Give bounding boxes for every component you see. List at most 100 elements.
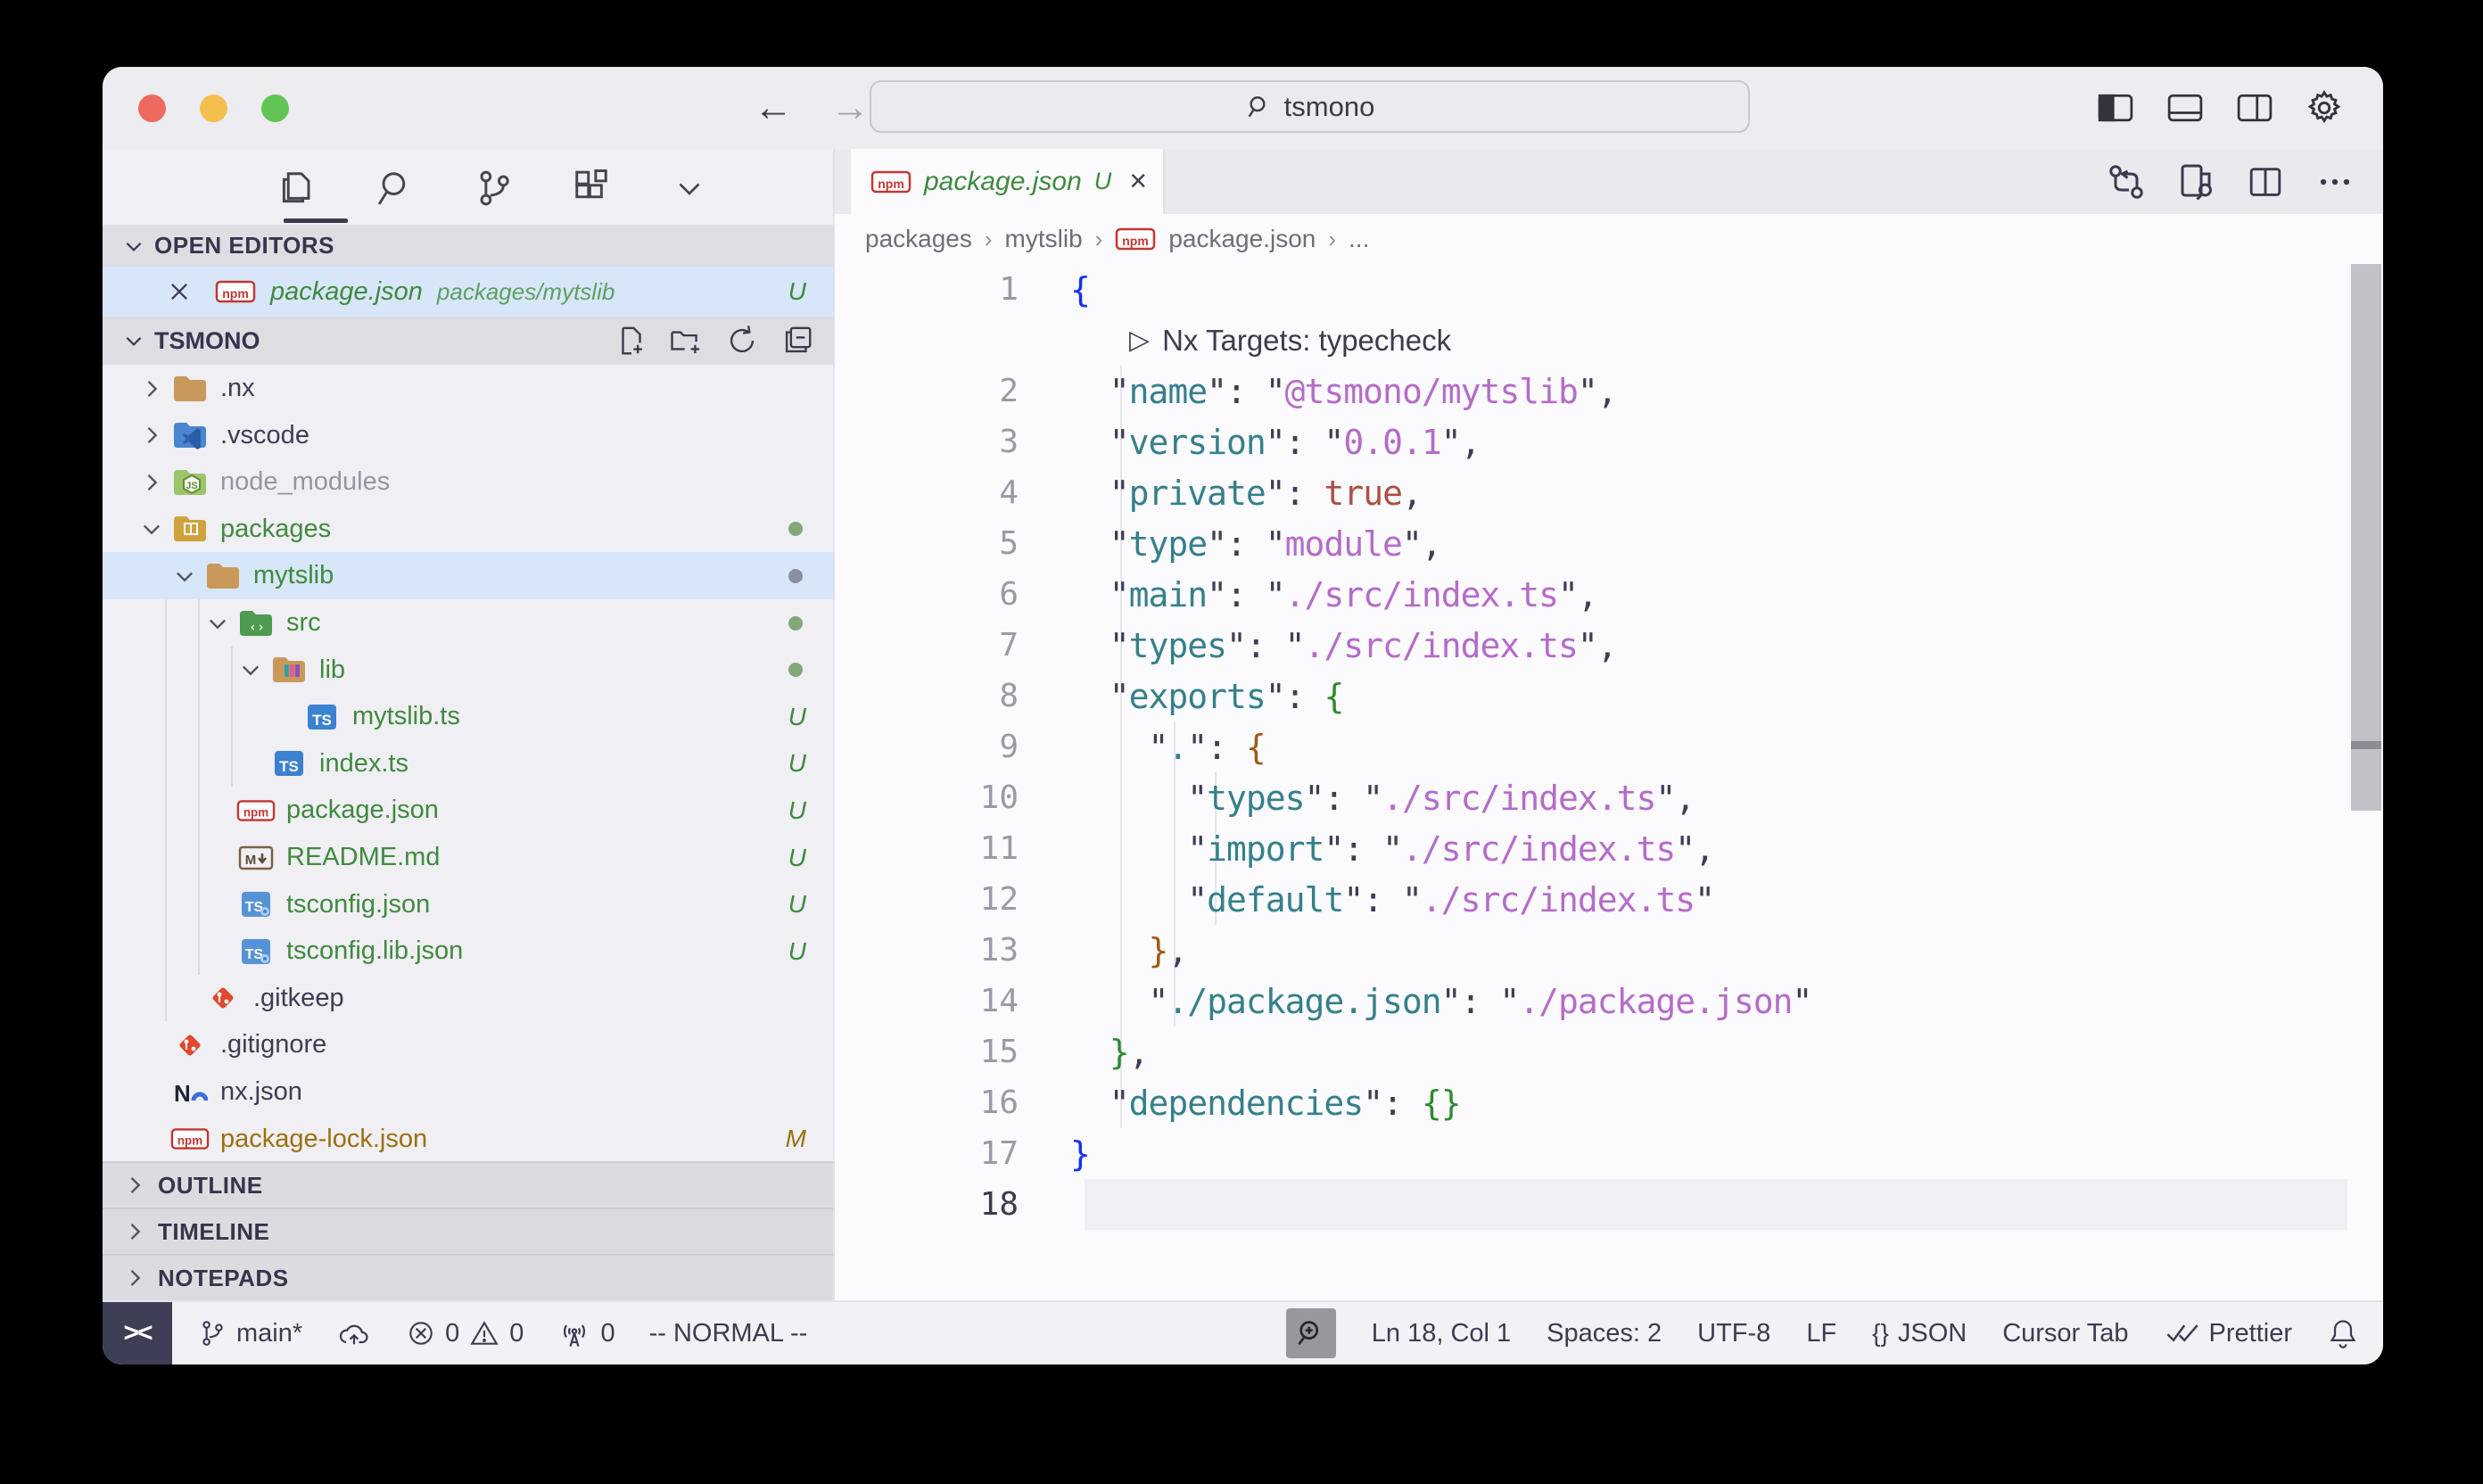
- search-icon[interactable]: [368, 161, 422, 215]
- gear-icon[interactable]: [2303, 87, 2346, 129]
- close-icon[interactable]: [167, 279, 192, 304]
- tree-item-mytslib-ts[interactable]: TSmytslib.tsU: [103, 693, 833, 740]
- code-line-18[interactable]: 18: [835, 1179, 2383, 1230]
- code-line-12[interactable]: 12 "default": "./src/index.ts": [835, 874, 2383, 925]
- explorer-icon[interactable]: [270, 161, 324, 215]
- more-actions-icon[interactable]: [2314, 161, 2356, 203]
- broadcast-icon: [557, 1317, 591, 1349]
- code-line-14[interactable]: 14 "./package.json": "./package.json": [835, 976, 2383, 1026]
- code-editor[interactable]: 1{▷Nx Targets: typecheck2 "name": "@tsmo…: [835, 264, 2383, 1300]
- code-line-10[interactable]: 10 "types": "./src/index.ts",: [835, 772, 2383, 823]
- breadcrumb-item[interactable]: ...: [1349, 225, 1369, 253]
- tree-item--gitignore[interactable]: .gitignore: [103, 1021, 833, 1068]
- forward-arrow-icon[interactable]: →: [830, 87, 870, 129]
- tree-item-readme-md[interactable]: MREADME.mdU: [103, 834, 833, 881]
- open-preview-icon[interactable]: [2174, 161, 2217, 203]
- warning-icon: [468, 1318, 500, 1348]
- code-line-17[interactable]: 17}: [835, 1128, 2383, 1179]
- section-header-timeline[interactable]: TIMELINE: [103, 1208, 833, 1254]
- codelens-row[interactable]: ▷Nx Targets: typecheck: [835, 315, 2383, 366]
- compare-changes-icon[interactable]: [2105, 161, 2148, 203]
- tree-item-package-lock-json[interactable]: npmpackage-lock.jsonM: [103, 1116, 833, 1161]
- status-item-main-[interactable]: main*: [197, 1318, 302, 1348]
- status-item-prettier[interactable]: Prettier: [2165, 1319, 2292, 1348]
- tree-item-packages[interactable]: packages: [103, 506, 833, 553]
- layout-panel-icon[interactable]: [2164, 87, 2207, 129]
- code-line-7[interactable]: 7 "types": "./src/index.ts",: [835, 620, 2383, 671]
- vscode-window: ← → tsmono OPEN EDITORS npm package.json: [103, 67, 2383, 1364]
- explorer-section-header[interactable]: TSMONO: [103, 317, 833, 365]
- open-editor-item[interactable]: npm package.json packages/mytslib U: [103, 267, 833, 317]
- breadcrumb-item[interactable]: packages: [865, 225, 972, 253]
- status-item-spaces-2[interactable]: Spaces: 2: [1547, 1319, 1662, 1348]
- code-line-2[interactable]: 2 "name": "@tsmono/mytslib",: [835, 366, 2383, 416]
- tree-item--vscode[interactable]: .vscode: [103, 412, 833, 459]
- source-control-icon[interactable]: [466, 161, 520, 215]
- refresh-icon[interactable]: [724, 323, 760, 359]
- code-line-4[interactable]: 4 "private": true,: [835, 467, 2383, 518]
- tree-item-lib[interactable]: lib: [103, 647, 833, 694]
- new-file-icon[interactable]: [614, 323, 649, 359]
- tree-item-node-modules[interactable]: JSnode_modules: [103, 458, 833, 506]
- chevron-down-icon: [122, 329, 145, 352]
- status-item-utf-8[interactable]: UTF-8: [1697, 1319, 1770, 1348]
- tree-item-label: nx.json: [220, 1077, 302, 1107]
- code-line-8[interactable]: 8 "exports": {: [835, 671, 2383, 721]
- new-folder-icon[interactable]: [669, 323, 705, 359]
- tree-item--gitkeep[interactable]: .gitkeep: [103, 975, 833, 1022]
- collapse-all-icon[interactable]: [780, 323, 815, 359]
- maximize-window-button[interactable]: [261, 95, 289, 122]
- breadcrumb-item[interactable]: mytslib: [1005, 225, 1083, 253]
- code-line-15[interactable]: 15 },: [835, 1026, 2383, 1077]
- code-line-11[interactable]: 11 "import": "./src/index.ts",: [835, 823, 2383, 874]
- tree-item-tsconfig-lib-json[interactable]: TStsconfig.lib.jsonU: [103, 928, 833, 975]
- tree-item--nx[interactable]: .nx: [103, 365, 833, 412]
- extensions-icon[interactable]: [565, 161, 618, 215]
- status-item-lf[interactable]: LF: [1806, 1319, 1836, 1348]
- layout-sidebar-left-icon[interactable]: [2094, 87, 2137, 129]
- status-item--normal-[interactable]: -- NORMAL --: [649, 1319, 808, 1348]
- remote-indicator[interactable]: ><: [103, 1302, 172, 1364]
- status-item-cloud-upload-icon[interactable]: [336, 1318, 372, 1348]
- tree-item-src[interactable]: ‹›src: [103, 599, 833, 647]
- section-header-notepads[interactable]: NOTEPADS: [103, 1254, 833, 1300]
- tree-item-mytslib[interactable]: mytslib: [103, 552, 833, 599]
- active-view-underline: [284, 218, 348, 223]
- minimize-window-button[interactable]: [200, 95, 227, 122]
- layout-sidebar-right-icon[interactable]: [2233, 87, 2276, 129]
- code-text: "./package.json": "./package.json": [1070, 982, 1811, 1021]
- code-line-13[interactable]: 13 },: [835, 925, 2383, 976]
- line-number: 1: [835, 271, 1070, 308]
- tree-item-package-json[interactable]: npmpackage.jsonU: [103, 787, 833, 834]
- scrollbar-thumb[interactable]: [2351, 264, 2381, 811]
- code-line-16[interactable]: 16 "dependencies": {}: [835, 1077, 2383, 1128]
- close-window-button[interactable]: [138, 95, 166, 122]
- chevron-down-icon[interactable]: [663, 161, 716, 215]
- tree-item-nx-json[interactable]: Nnx.json: [103, 1068, 833, 1116]
- section-header-outline[interactable]: OUTLINE: [103, 1161, 833, 1208]
- status-item-0[interactable]: 0: [557, 1317, 615, 1349]
- status-item-ln-18-col-1[interactable]: Ln 18, Col 1: [1372, 1319, 1511, 1348]
- code-line-6[interactable]: 6 "main": "./src/index.ts",: [835, 569, 2383, 620]
- split-editor-icon[interactable]: [2244, 161, 2287, 203]
- code-line-5[interactable]: 5 "type": "module",: [835, 518, 2383, 569]
- status-item-0[interactable]: 00: [406, 1318, 524, 1348]
- tree-item-tsconfig-json[interactable]: TStsconfig.jsonU: [103, 881, 833, 928]
- status-item-json[interactable]: {}JSON: [1872, 1319, 1967, 1348]
- back-arrow-icon[interactable]: ←: [754, 87, 793, 129]
- status-item-cursor-tab[interactable]: Cursor Tab: [2002, 1319, 2128, 1348]
- code-line-3[interactable]: 3 "version": "0.0.1",: [835, 416, 2383, 467]
- traffic-lights: [138, 95, 289, 122]
- code-line-9[interactable]: 9 ".": {: [835, 721, 2383, 772]
- status-item-bell-icon[interactable]: [2328, 1317, 2358, 1349]
- breadcrumb-item[interactable]: package.json: [1168, 225, 1316, 253]
- line-number: 9: [835, 729, 1070, 765]
- close-tab-icon[interactable]: ×: [1129, 164, 1147, 199]
- command-center-search[interactable]: tsmono: [870, 80, 1750, 133]
- double-check-icon: [2165, 1320, 2200, 1347]
- code-line-1[interactable]: 1{: [835, 264, 2383, 315]
- tree-item-index-ts[interactable]: TSindex.tsU: [103, 740, 833, 787]
- open-editors-header[interactable]: OPEN EDITORS: [103, 225, 833, 267]
- screencast-zoom-button[interactable]: [1286, 1308, 1336, 1358]
- tab-package-json[interactable]: npm package.json U ×: [851, 149, 1165, 214]
